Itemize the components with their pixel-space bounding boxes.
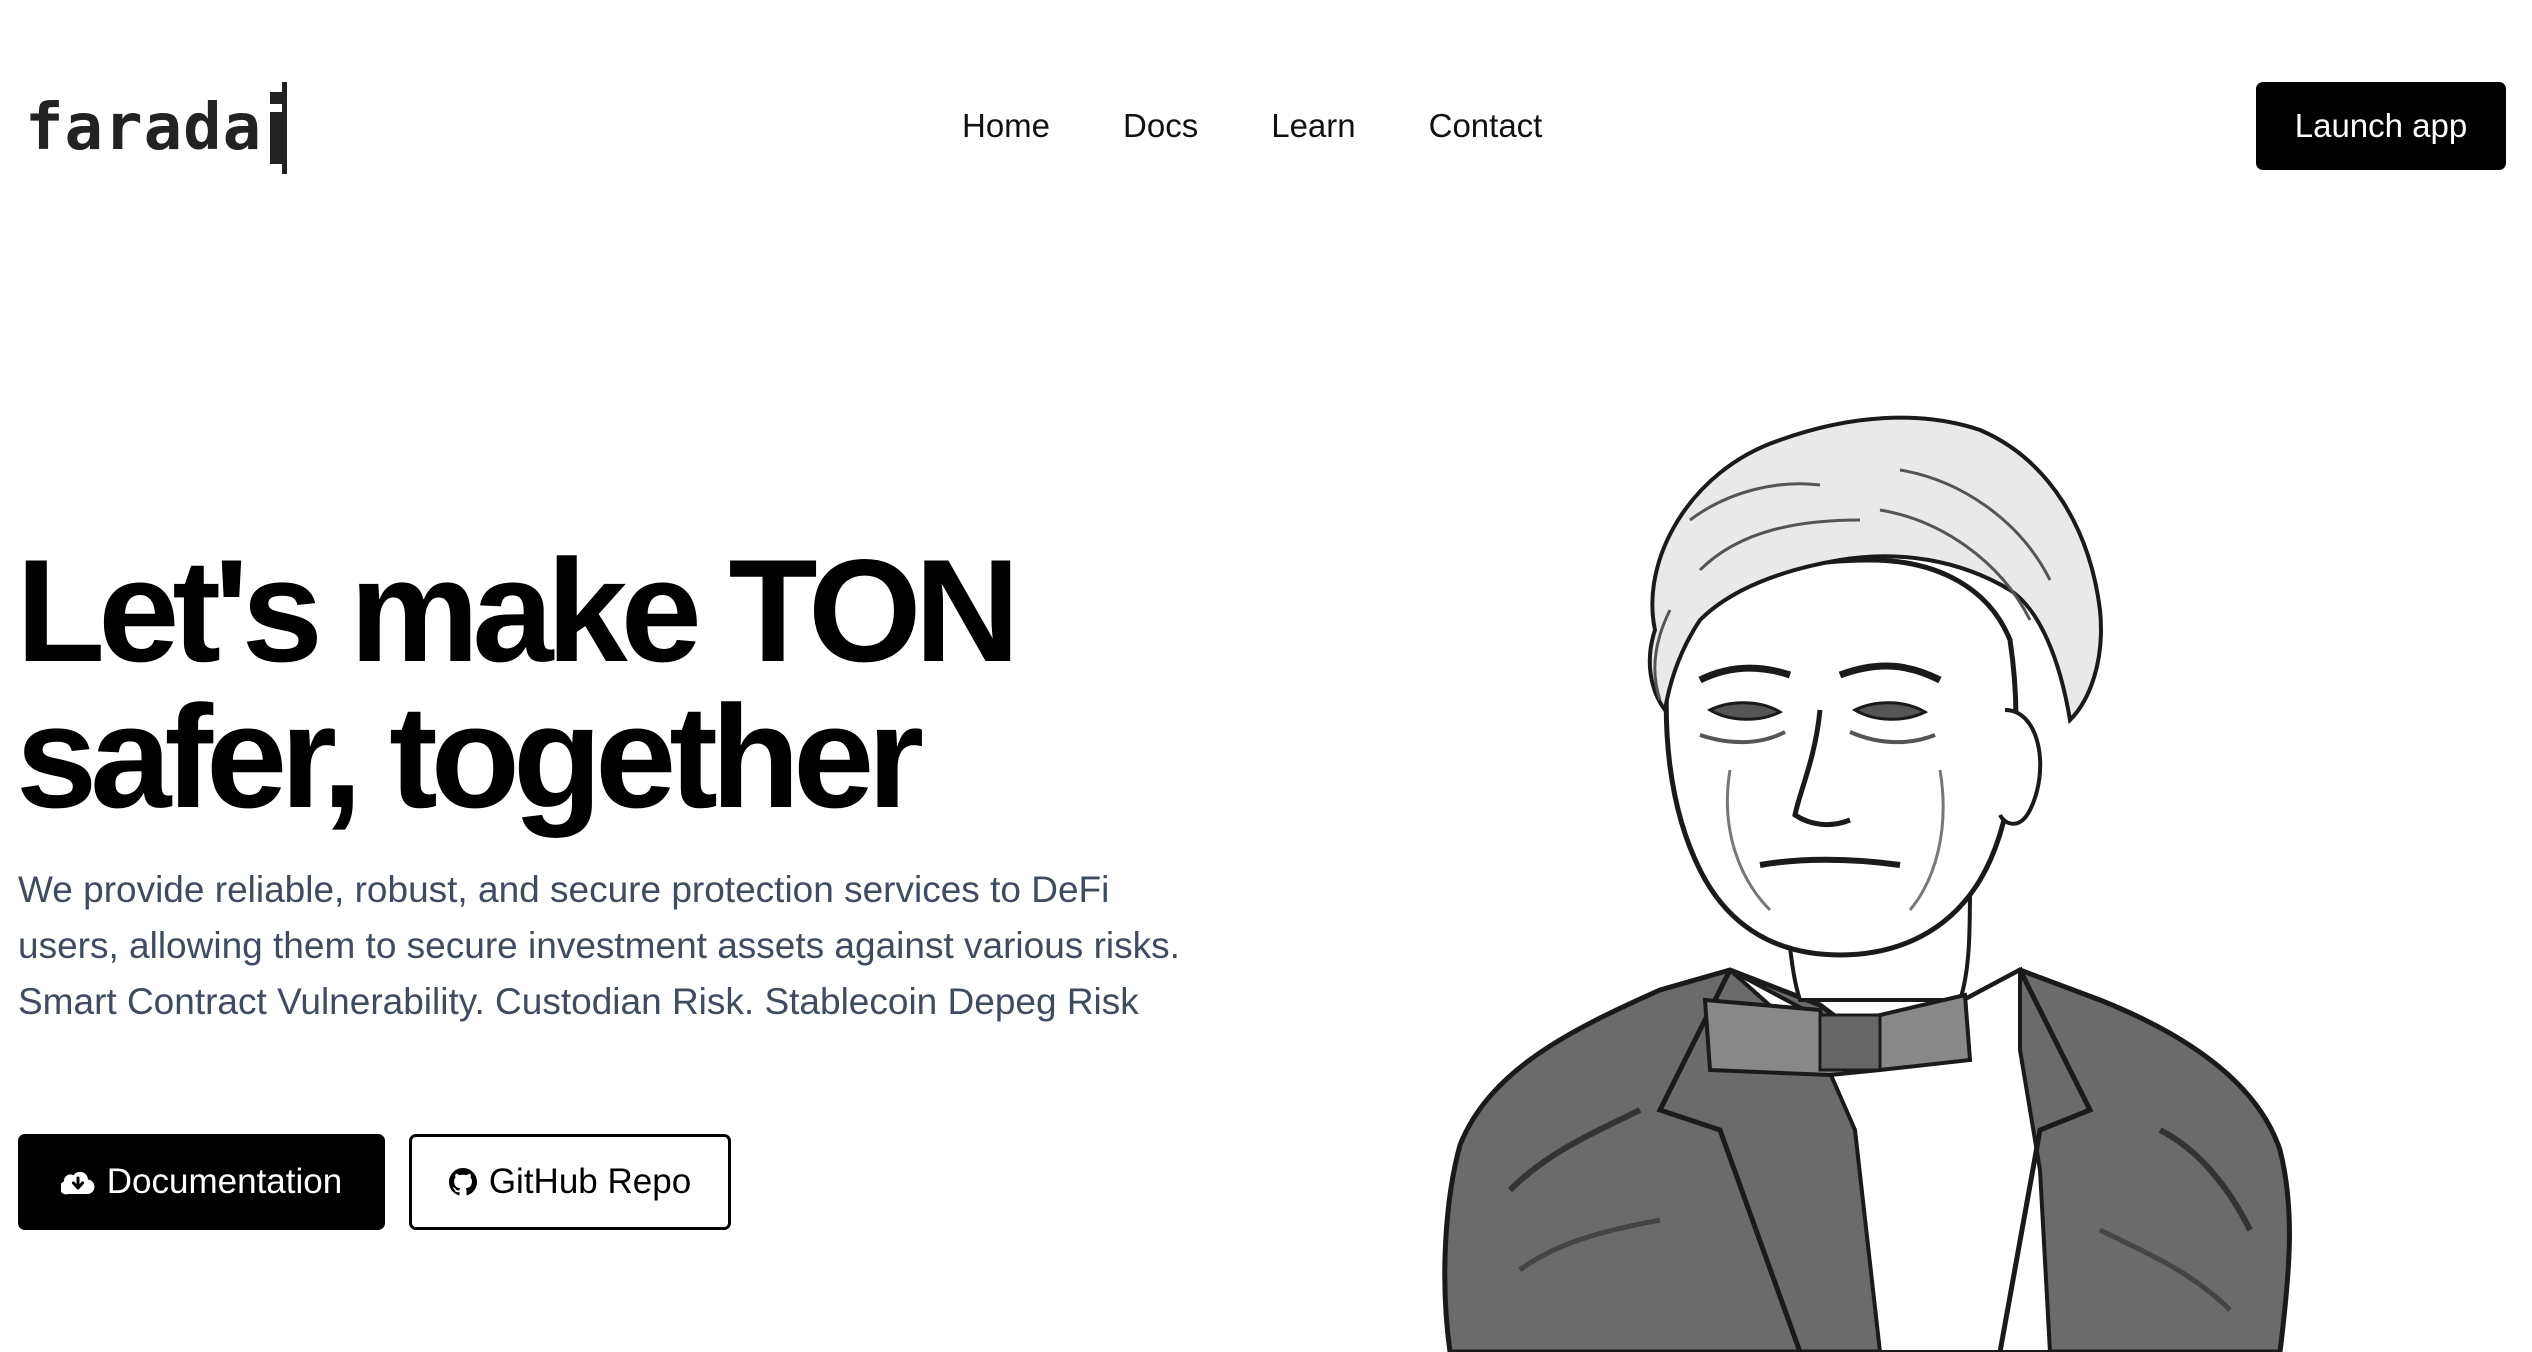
main-nav: Home Docs Learn Contact <box>962 100 1542 152</box>
nav-learn-link[interactable]: Learn <box>1271 100 1355 152</box>
nav-contact-link[interactable]: Contact <box>1429 100 1543 152</box>
hero-headline: Let's make TON safer, together <box>16 529 1020 838</box>
hero-headline-line2: safer, together <box>16 675 924 838</box>
launch-app-button[interactable]: Launch app <box>2256 82 2506 170</box>
github-icon <box>448 1168 477 1196</box>
nav-home-link[interactable]: Home <box>962 100 1050 152</box>
github-repo-button[interactable]: GitHub Repo <box>409 1134 731 1230</box>
portrait-illustration <box>1442 415 2292 1352</box>
github-repo-label: GitHub Repo <box>488 1162 692 1201</box>
hero-description: We provide reliable, robust, and secure … <box>18 869 1180 1022</box>
logo-mark-icon <box>264 82 288 174</box>
logo[interactable]: farada <box>25 78 288 178</box>
logo-text: farada <box>25 91 263 165</box>
documentation-label: Documentation <box>106 1162 343 1201</box>
documentation-button[interactable]: Documentation <box>18 1134 385 1230</box>
hero-headline-line1: Let's make TON <box>16 529 1020 692</box>
cloud-download-icon <box>60 1169 95 1195</box>
nav-docs-link[interactable]: Docs <box>1123 100 1198 152</box>
